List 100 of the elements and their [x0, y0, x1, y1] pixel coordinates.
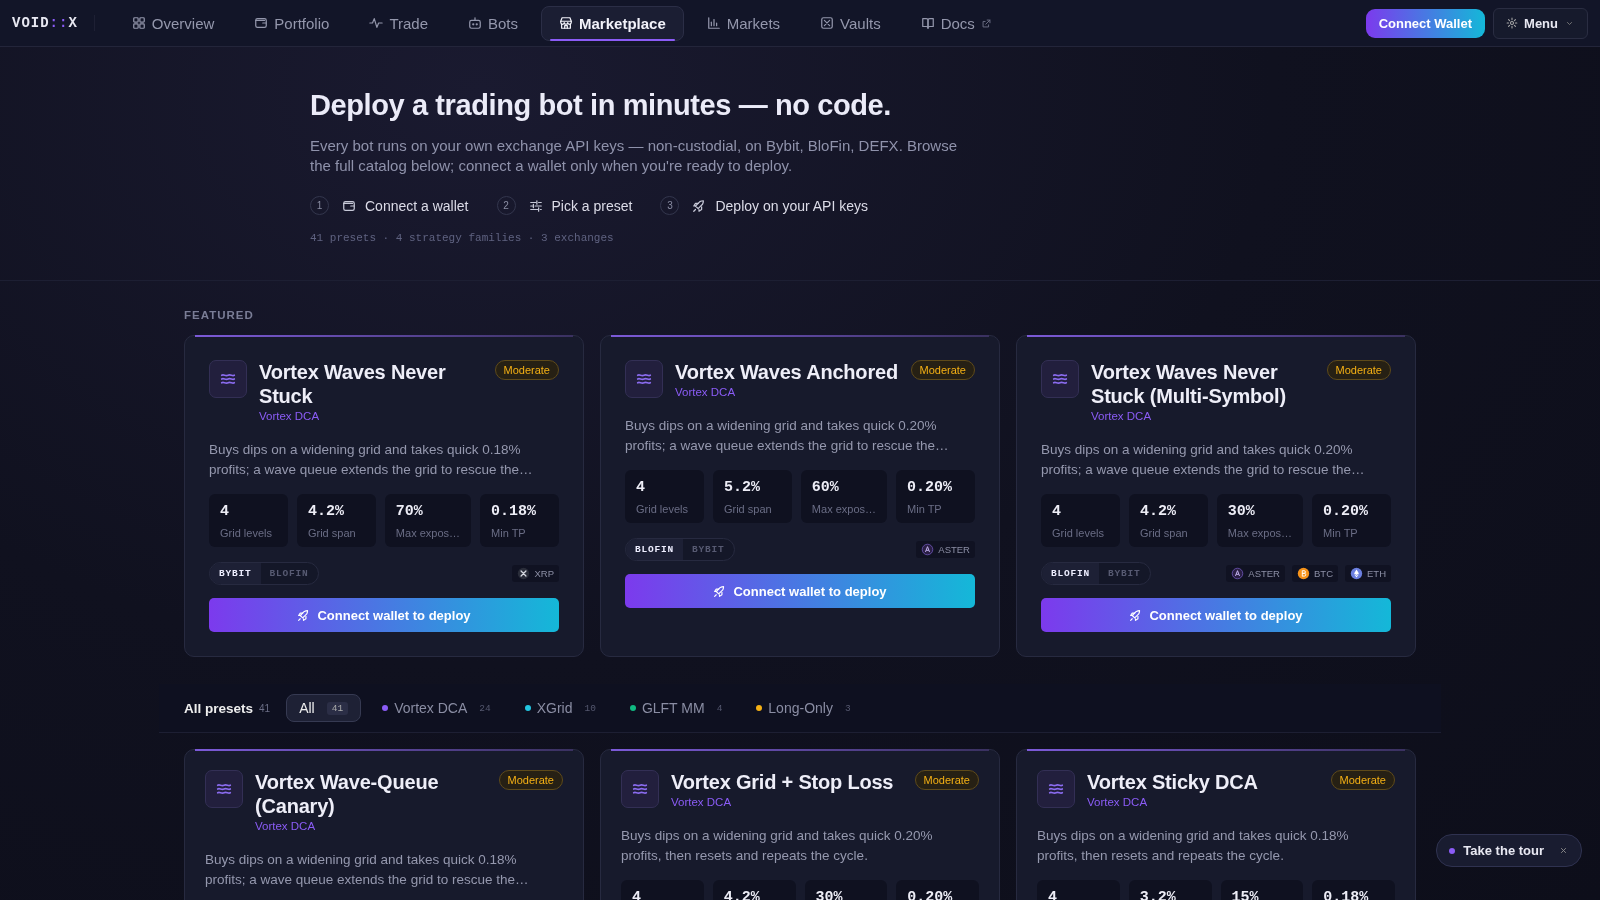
symbol-label: BTC: [1314, 568, 1333, 579]
step-label: Pick a preset: [551, 197, 633, 214]
stat-label: Max expos…: [395, 527, 461, 539]
stat-value: 0.18%: [491, 503, 538, 520]
nav-tab[interactable]: Docs: [903, 5, 1009, 41]
tour-button[interactable]: Take the tour: [1436, 834, 1582, 867]
symbol-label: ASTER: [1248, 568, 1280, 579]
store-icon: [559, 16, 574, 30]
preset-title: Vortex Sticky DCA: [1087, 770, 1259, 794]
symbol-label: ETH: [1367, 568, 1386, 579]
hero-description: Every bot runs on your own exchange API keys — non-custodial, on Bybit, BloFin, DEFX. Browse the full catalog below; connect a wallet only when you're ready to deploy.: [310, 136, 958, 176]
rocket-icon: [692, 198, 707, 213]
hero-title: Deploy a trading bot in minutes — no code.: [310, 89, 892, 122]
sliders-icon: [528, 198, 543, 213]
letter-coin-icon: [921, 543, 935, 556]
close-icon: [1558, 845, 1569, 856]
risk-badge: Moderate: [1326, 360, 1391, 380]
wallet-icon: [342, 198, 356, 213]
stat-label: Grid levels: [220, 527, 273, 539]
stat-value: 0.20%: [1323, 503, 1370, 520]
rocket-icon: [713, 584, 727, 598]
deploy-button[interactable]: Connect wallet to deploy: [1041, 598, 1391, 632]
nav-tab[interactable]: Bots: [451, 5, 536, 41]
x-coin-icon: [517, 567, 531, 580]
stat-label: Max expos…: [811, 503, 877, 515]
preset-description: Buys dips on a widening grid and takes quick 0.18% profits; a wave queue extends the grid to rescue the…: [209, 441, 534, 479]
stat-label: Min TP: [491, 527, 527, 539]
rocket-icon: [1129, 608, 1143, 622]
bars-icon: [706, 16, 721, 30]
menu-button[interactable]: Menu: [1493, 7, 1588, 39]
nav-tab[interactable]: Overview: [114, 5, 232, 41]
exchange-option[interactable]: BLOFIN: [1042, 563, 1099, 584]
risk-badge: Moderate: [494, 360, 559, 380]
stat-label: Min TP: [1323, 527, 1359, 539]
stat-value: 0.20%: [907, 479, 954, 496]
strategy-family: Vortex DCA: [1087, 796, 1149, 808]
ethereum-icon: [1350, 567, 1363, 580]
stat-value: 4.2%: [307, 503, 345, 520]
preset-title: Vortex Grid + Stop Loss: [671, 770, 895, 794]
exchange-option[interactable]: BLOFIN: [626, 539, 683, 560]
stat-value: 30%: [1227, 503, 1256, 520]
stat-value: 5.2%: [723, 479, 761, 496]
filter-chip[interactable]: GLFT MM 4: [616, 694, 736, 722]
step-label: Connect a wallet: [365, 197, 469, 214]
strategy-family: Vortex DCA: [671, 796, 733, 808]
stat-label: Max expos…: [1227, 527, 1293, 539]
symbol-label: ASTER: [938, 544, 970, 555]
stat-value: 4.2%: [1139, 503, 1177, 520]
filter-title: All presets: [184, 700, 254, 716]
filter-chip[interactable]: Long-Only 3: [743, 694, 864, 722]
preset-description: Buys dips on a widening grid and takes quick 0.20% profits, then resets and repeats the cycle.: [621, 827, 934, 865]
section-heading: FEATURED: [184, 309, 255, 321]
exchange-option[interactable]: BYBIT: [210, 563, 261, 584]
rocket-icon: [297, 608, 311, 622]
strategy-family: Vortex DCA: [259, 410, 321, 422]
risk-badge: Moderate: [1330, 770, 1395, 790]
preset-description: Buys dips on a widening grid and takes quick 0.18% profits, then resets and repeats the cycle.: [1037, 827, 1350, 865]
deploy-button[interactable]: Connect wallet to deploy: [209, 598, 559, 632]
stat-value: 4: [220, 503, 230, 520]
connect-wallet-button[interactable]: Connect Wallet: [1365, 8, 1486, 38]
step-label: Deploy on your API keys: [715, 197, 868, 214]
stat-value: 4: [1052, 503, 1062, 520]
stat-label: Min TP: [907, 503, 943, 515]
filter-chip[interactable]: All 41: [286, 694, 362, 722]
book-icon: [920, 16, 935, 30]
bot-icon: [468, 16, 482, 30]
nav-tab[interactable]: Marketplace: [541, 5, 684, 41]
nav-tab[interactable]: Portfolio: [237, 5, 347, 41]
preset-title: Vortex Waves Anchored: [675, 360, 899, 384]
preset-title: Vortex Wave-Queue (Canary): [255, 770, 440, 818]
stat-label: Grid span: [1139, 527, 1189, 539]
preset-title: Vortex Waves Never Stuck: [259, 360, 447, 408]
risk-badge: Moderate: [498, 770, 563, 790]
nav-tab[interactable]: Vaults: [803, 5, 898, 41]
catalog-summary: 41 presets · 4 strategy families · 3 exchanges: [310, 232, 615, 244]
stat-label: Grid span: [307, 527, 357, 539]
nav-tab[interactable]: Markets: [689, 5, 798, 41]
stat-value: 70%: [395, 503, 424, 520]
letter-coin-icon: [1231, 567, 1245, 580]
bitcoin-icon: [1297, 567, 1310, 580]
strategy-family: Vortex DCA: [255, 820, 317, 832]
strategy-family: Vortex DCA: [675, 386, 737, 398]
stat-value: 4: [636, 479, 646, 496]
filter-chip[interactable]: Vortex DCA 24: [369, 694, 504, 722]
preset-title: Vortex Waves Never Stuck (Multi-Symbol): [1091, 360, 1287, 408]
pulse-icon: [369, 16, 384, 30]
filter-chip[interactable]: XGrid 10: [511, 694, 609, 722]
preset-description: Buys dips on a widening grid and takes quick 0.18% profits; a wave queue extends the grid to rescue the…: [205, 851, 530, 889]
stat-label: Grid levels: [636, 503, 689, 515]
preset-description: Buys dips on a widening grid and takes quick 0.20% profits; a wave queue extends the grid to rescue the…: [1041, 441, 1366, 479]
preset-count: 41: [259, 702, 271, 714]
risk-badge: Moderate: [910, 360, 975, 380]
nav-tab[interactable]: Trade: [352, 5, 445, 41]
stat-value: 60%: [811, 479, 840, 496]
stat-label: Grid span: [723, 503, 773, 515]
deploy-button[interactable]: Connect wallet to deploy: [625, 574, 975, 608]
preset-description: Buys dips on a widening grid and takes quick 0.20% profits; a wave queue extends the grid to rescue the…: [625, 417, 950, 455]
logo[interactable]: VOID::X: [12, 15, 95, 31]
wallet-icon: [254, 16, 269, 30]
risk-badge: Moderate: [914, 770, 979, 790]
